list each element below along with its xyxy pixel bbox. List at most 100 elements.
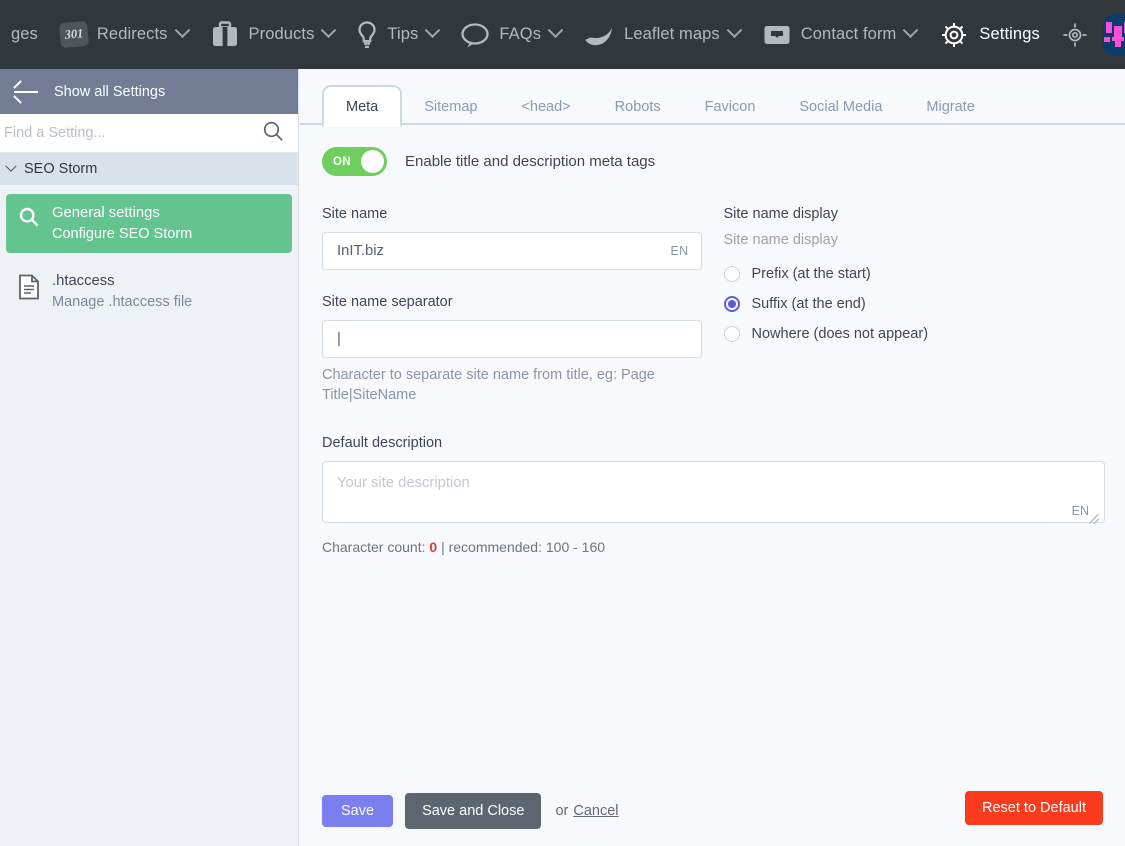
sidebar-item-general-settings-title: General settings: [52, 205, 160, 221]
toggle-knob: [361, 150, 384, 173]
arrow-left-icon: [14, 90, 38, 93]
settings-search[interactable]: [0, 114, 298, 153]
radio-suffix-control[interactable]: [723, 296, 740, 312]
search-input[interactable]: [2, 124, 262, 142]
chevron-down-icon: [547, 22, 564, 39]
radio-option-nowhere[interactable]: Nowhere (does not appear): [723, 326, 1104, 342]
left-column: Site name EN Site name separator Charact…: [322, 206, 702, 405]
enable-meta-tags-toggle[interactable]: ON: [322, 147, 387, 176]
radio-nowhere-label: Nowhere (does not appear): [751, 326, 929, 342]
settings-sidebar: Show all Settings SEO Storm General sett…: [0, 69, 299, 846]
lightbulb-icon: [356, 20, 378, 50]
nav-item-products-label: Products: [248, 25, 315, 43]
tab-favicon-label: Favicon: [704, 98, 756, 115]
form-columns: Site name EN Site name separator Charact…: [322, 206, 1103, 405]
default-description-block: Default description EN Character count: …: [322, 435, 1105, 556]
top-navigation-bar: ges 301 Redirects Products Tips FAQs Lea…: [0, 0, 1125, 69]
leaf-icon: [583, 23, 615, 47]
site-name-separator-label: Site name separator: [322, 294, 453, 310]
search-icon[interactable]: [262, 120, 284, 147]
default-description-label: Default description: [322, 435, 443, 452]
sidebar-item-general-settings[interactable]: General settings Configure SEO Storm: [6, 194, 292, 253]
default-description-textarea[interactable]: [322, 461, 1105, 524]
locate-button[interactable]: [1051, 0, 1099, 69]
form-footer: Save Save and Close or Cancel Reset to D…: [300, 776, 1125, 846]
reset-to-default-button[interactable]: Reset to Default: [965, 790, 1103, 825]
tab-sitemap-label: Sitemap: [424, 98, 478, 115]
site-name-display-label: Site name display: [723, 206, 838, 222]
app-logo-icon: [1103, 21, 1125, 47]
main-content: Meta Sitemap <head> Robots Favicon Socia…: [300, 69, 1125, 846]
document-icon: [16, 273, 42, 300]
sidebar-group-seo-storm[interactable]: SEO Storm: [0, 153, 298, 185]
site-name-separator-input[interactable]: [322, 320, 702, 358]
speech-bubble-icon: [460, 22, 490, 48]
nav-item-tips[interactable]: Tips: [345, 0, 449, 69]
nav-item-leaflet-maps-label: Leaflet maps: [624, 25, 720, 43]
default-description-field: EN: [322, 461, 1105, 528]
tab-migrate-label: Migrate: [926, 98, 975, 115]
character-count-suffix: | recommended: 100 - 160: [437, 539, 606, 556]
nav-item-pages[interactable]: ges: [0, 0, 49, 69]
tab-robots[interactable]: Robots: [593, 99, 683, 126]
site-name-input[interactable]: [322, 232, 702, 270]
save-and-close-button[interactable]: Save and Close: [405, 793, 542, 829]
app-logo[interactable]: [1102, 13, 1125, 56]
resize-grip-icon[interactable]: [1089, 514, 1099, 525]
tab-meta[interactable]: Meta: [322, 84, 403, 127]
character-count-prefix: Character count:: [322, 539, 430, 556]
radio-nowhere-control[interactable]: [723, 326, 740, 342]
radio-option-prefix[interactable]: Prefix (at the start): [723, 266, 1104, 282]
show-all-settings-button[interactable]: Show all Settings: [0, 69, 298, 114]
site-name-field: EN: [322, 232, 702, 270]
tab-migrate[interactable]: Migrate: [904, 98, 996, 126]
chevron-down-icon: [425, 22, 441, 39]
or-label: or: [555, 803, 569, 819]
default-description-lang-tag: EN: [1071, 504, 1089, 519]
nav-item-redirects[interactable]: 301 Redirects: [49, 0, 199, 69]
301-badge-text: 301: [58, 20, 89, 49]
nav-item-pages-label: ges: [11, 25, 38, 43]
chevron-down-icon: [321, 22, 337, 39]
enable-meta-tags-row: ON Enable title and description meta tag…: [322, 147, 1103, 176]
tab-favicon[interactable]: Favicon: [683, 98, 778, 126]
nav-item-leaflet-maps[interactable]: Leaflet maps: [572, 0, 751, 69]
301-badge-icon: 301: [58, 20, 89, 49]
sidebar-item-htaccess-title: .htaccess: [52, 273, 115, 289]
sidebar-item-htaccess-subtitle: Manage .htaccess file: [52, 294, 193, 310]
site-name-label: Site name: [322, 206, 388, 222]
inbox-icon: [762, 23, 792, 47]
sidebar-item-htaccess[interactable]: .htaccess Manage .htaccess file: [6, 262, 292, 321]
nav-item-redirects-label: Redirects: [96, 25, 168, 43]
gear-icon: [938, 19, 970, 51]
site-name-separator-hint: Character to separate site name from tit…: [322, 367, 655, 403]
magnifier-icon: [16, 205, 42, 228]
tab-head[interactable]: <head>: [499, 99, 592, 126]
radio-prefix-label: Prefix (at the start): [751, 266, 871, 282]
tab-social-media[interactable]: Social Media: [777, 98, 904, 126]
site-name-lang-tag: EN: [670, 244, 689, 258]
cancel-link[interactable]: Cancel: [573, 803, 618, 819]
nav-item-faqs[interactable]: FAQs: [449, 0, 572, 69]
show-all-settings-label: Show all Settings: [54, 83, 166, 100]
meta-panel: ON Enable title and description meta tag…: [300, 125, 1125, 846]
radio-option-suffix[interactable]: Suffix (at the end): [723, 296, 1104, 312]
nav-item-products[interactable]: Products: [199, 0, 346, 69]
tab-social-media-label: Social Media: [799, 98, 883, 115]
sidebar-item-general-settings-subtitle: Configure SEO Storm: [52, 226, 193, 242]
radio-suffix-label: Suffix (at the end): [751, 296, 866, 312]
tab-meta-label: Meta: [346, 98, 379, 115]
enable-meta-tags-label: Enable title and description meta tags: [405, 153, 656, 170]
tab-sitemap[interactable]: Sitemap: [402, 98, 499, 126]
nav-item-contact-form-label: Contact form: [800, 25, 897, 43]
tab-bar: Meta Sitemap <head> Robots Favicon Socia…: [300, 69, 1125, 127]
nav-item-settings[interactable]: Settings: [927, 0, 1050, 69]
save-button[interactable]: Save: [322, 794, 394, 827]
nav-item-contact-form[interactable]: Contact form: [751, 0, 928, 69]
chevron-down-icon: [726, 22, 743, 39]
nav-item-settings-label: Settings: [979, 25, 1040, 43]
chevron-down-icon: [5, 160, 17, 172]
briefcase-icon: [210, 21, 240, 48]
radio-prefix-control[interactable]: [723, 266, 740, 282]
right-column: Site name display Site name display Pref…: [723, 206, 1104, 405]
